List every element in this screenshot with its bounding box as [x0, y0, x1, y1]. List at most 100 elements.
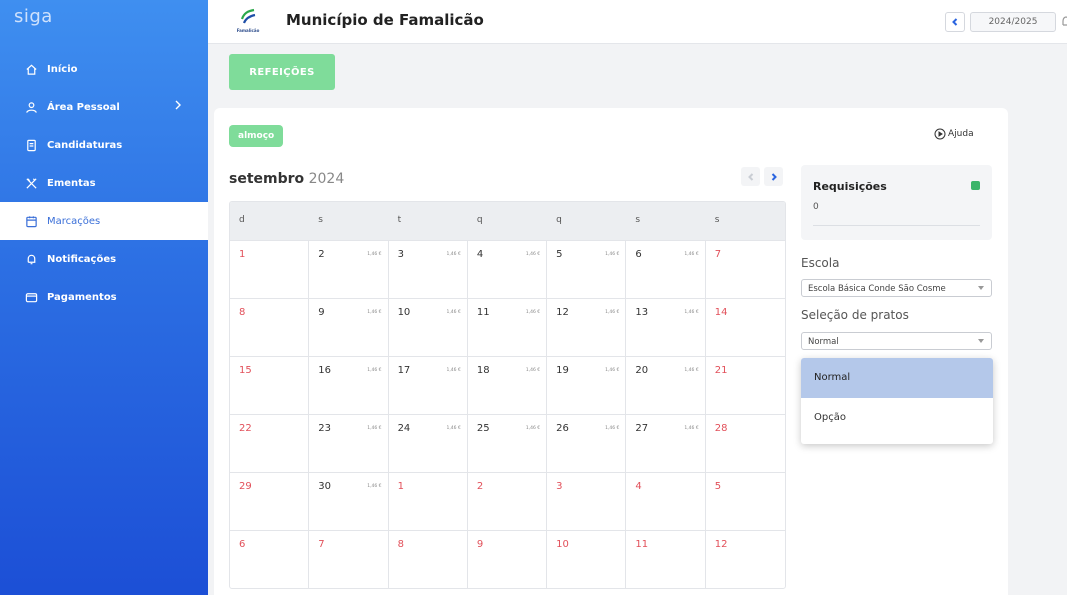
sidebar-item-inicio[interactable]: Início	[0, 50, 208, 88]
meal-price: 1,46 €	[367, 310, 382, 315]
calendar-day-cell[interactable]: 3 1,46 €	[388, 240, 468, 298]
calendar-day-cell[interactable]: 5	[705, 472, 785, 530]
calendar-day-cell[interactable]: 18 1,46 €	[467, 356, 548, 414]
calendar-day-cell[interactable]: 2 1,46 €	[309, 240, 389, 298]
calendar-day-cell[interactable]: 12 1,46 €	[547, 298, 627, 356]
weekday-label: q	[556, 215, 562, 225]
page-title: Município de Famalicão	[286, 11, 484, 29]
meal-price: 1,46 €	[684, 368, 699, 373]
meal-price: 1,46 €	[446, 252, 461, 257]
meal-price: 1,46 €	[605, 368, 620, 373]
help-label: Ajuda	[948, 129, 974, 139]
calendar-day-cell[interactable]: 15	[230, 356, 310, 414]
meal-price: 1,46 €	[605, 252, 620, 257]
meals-button[interactable]: REFEIÇÕES	[229, 54, 335, 90]
sidebar-item-label: Área Pessoal	[47, 101, 120, 113]
calendar-day-cell[interactable]: 27 1,46 €	[626, 414, 706, 472]
calendar-next-button[interactable]	[764, 167, 783, 186]
status-indicator	[971, 181, 980, 190]
calendar-day-cell[interactable]: 28	[705, 414, 785, 472]
caret-down-icon	[978, 286, 984, 290]
home-icon	[24, 62, 38, 76]
help-button[interactable]: Ajuda	[934, 128, 974, 140]
meal-price: 1,46 €	[446, 426, 461, 431]
calendar-day-cell[interactable]: 20 1,46 €	[626, 356, 706, 414]
requests-card: Requisições 0	[801, 165, 992, 240]
calendar-prev-button[interactable]	[741, 167, 760, 186]
calendar-day-cell[interactable]: 6	[230, 530, 310, 588]
calendar-day-cell[interactable]: 8	[388, 530, 468, 588]
calendar-day-cell[interactable]: 4 1,46 €	[467, 240, 548, 298]
calendar-weekday-header: d s t q q s s	[230, 202, 785, 240]
dish-option-normal[interactable]: Normal	[801, 358, 993, 398]
calendar-day-cell[interactable]: 26 1,46 €	[547, 414, 627, 472]
calendar-day-cell[interactable]: 7	[309, 530, 389, 588]
chevron-left-icon	[747, 172, 753, 181]
calendar-day-cell[interactable]: 2	[467, 472, 548, 530]
weekday-label: d	[239, 215, 245, 225]
meal-price: 1,46 €	[367, 484, 382, 489]
calendar-day-cell[interactable]: 4	[626, 472, 706, 530]
calendar-day-cell[interactable]: 10	[547, 530, 627, 588]
calendar-day-cell[interactable]: 5 1,46 €	[547, 240, 627, 298]
dish-option-opcao[interactable]: Opção	[801, 398, 993, 438]
meal-price: 1,46 €	[525, 252, 541, 257]
meal-price: 1,46 €	[684, 426, 699, 431]
bell-icon	[24, 252, 38, 266]
sidebar-item-pagamentos[interactable]: Pagamentos	[0, 278, 208, 316]
calendar-day-cell[interactable]: 1	[388, 472, 468, 530]
sidebar-item-candidaturas[interactable]: Candidaturas	[0, 126, 208, 164]
calendar-day-cell[interactable]: 24 1,46 €	[388, 414, 468, 472]
calendar-day-cell[interactable]: 29	[230, 472, 310, 530]
calendar-day-cell[interactable]: 12	[705, 530, 785, 588]
calendar-day-cell[interactable]: 9	[467, 530, 548, 588]
weekday-label: q	[476, 215, 483, 225]
calendar-day-cell[interactable]: 7	[705, 240, 785, 298]
calendar-day-cell[interactable]: 30 1,46 €	[309, 472, 389, 530]
utensils-icon	[24, 176, 38, 190]
meal-price: 1,46 €	[525, 426, 541, 431]
calendar-day-cell[interactable]: 14	[705, 298, 785, 356]
weekday-label: s	[635, 215, 641, 225]
calendar-day-cell[interactable]: 17 1,46 €	[388, 356, 468, 414]
school-year-selector[interactable]: 2024/2025	[970, 12, 1056, 32]
previous-year-button[interactable]	[945, 12, 965, 32]
meal-price: 1,46 €	[446, 310, 461, 315]
sidebar-item-marcacoes[interactable]: Marcações	[0, 202, 208, 240]
calendar-day-cell[interactable]: 11 1,46 €	[467, 298, 548, 356]
calendar-day-cell[interactable]: 8	[230, 298, 310, 356]
document-icon	[24, 138, 38, 152]
calendar-day-cell[interactable]: 9 1,46 €	[309, 298, 389, 356]
calendar-icon	[24, 214, 38, 228]
requests-title: Requisições	[813, 180, 887, 193]
bell-icon[interactable]	[1061, 14, 1067, 28]
meal-price: 1,46 €	[605, 310, 620, 315]
calendar-day-cell[interactable]: 19 1,46 €	[547, 356, 627, 414]
caret-down-icon	[978, 339, 984, 343]
calendar-day-cell[interactable]: 1	[230, 240, 310, 298]
meal-price: 1,46 €	[367, 252, 382, 257]
calendar-day-cell[interactable]: 21	[705, 356, 785, 414]
calendar-month-title: setembro 2024	[229, 171, 345, 187]
main-card: almoço Ajuda setembro 2024 d s t q q s s…	[214, 108, 1008, 595]
calendar-day-cell[interactable]: 23 1,46 €	[309, 414, 389, 472]
sidebar-item-ementas[interactable]: Ementas	[0, 164, 208, 202]
sidebar-nav: Início Área Pessoal Candidaturas Ementas…	[0, 50, 208, 316]
sidebar-item-notificacoes[interactable]: Notificações	[0, 240, 208, 278]
wallet-icon	[24, 290, 38, 304]
calendar-day-cell[interactable]: 13 1,46 €	[626, 298, 706, 356]
calendar-day-cell[interactable]: 10 1,46 €	[388, 298, 468, 356]
calendar-day-cell[interactable]: 6 1,46 €	[626, 240, 706, 298]
school-select[interactable]: Escola Básica Conde São Cosme	[801, 279, 992, 297]
calendar-day-cell[interactable]: 16 1,46 €	[309, 356, 389, 414]
play-circle-icon	[934, 128, 946, 140]
meal-price: 1,46 €	[684, 252, 699, 257]
meal-type-tag[interactable]: almoço	[229, 125, 284, 147]
calendar-day-cell[interactable]: 11	[626, 530, 706, 588]
calendar-day-cell[interactable]: 25 1,46 €	[467, 414, 548, 472]
calendar-day-cell[interactable]: 3	[547, 472, 627, 530]
famalicao-logo: Famalicão	[228, 5, 268, 37]
calendar-day-cell[interactable]: 22	[230, 414, 310, 472]
dish-select[interactable]: Normal	[801, 332, 992, 350]
sidebar-item-area-pessoal[interactable]: Área Pessoal	[0, 88, 208, 126]
